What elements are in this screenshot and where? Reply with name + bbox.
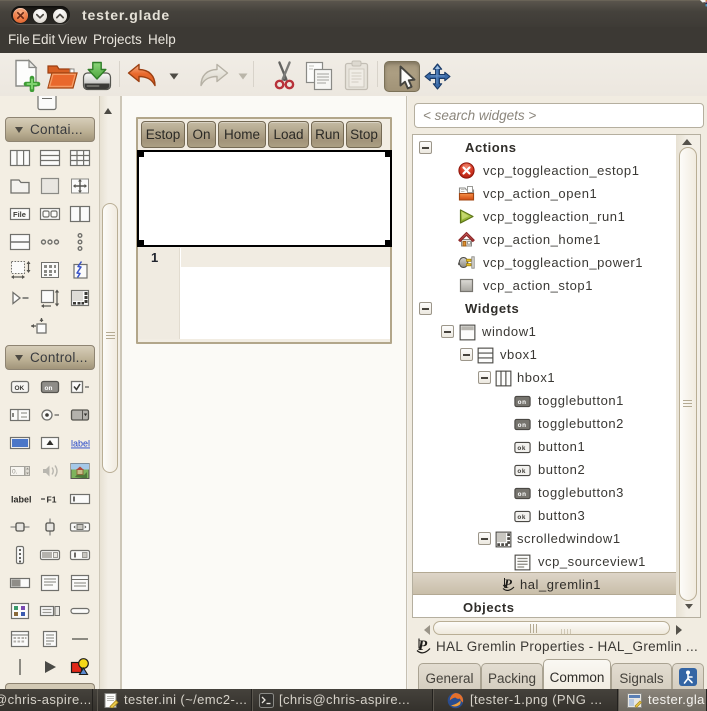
svg-text:File: File — [13, 210, 26, 219]
svg-text:on: on — [45, 385, 53, 392]
svg-text:on: on — [518, 422, 527, 429]
svg-text:ok: ok — [517, 468, 526, 475]
svg-text:label: label — [11, 495, 31, 505]
svg-text:on: on — [518, 399, 527, 406]
svg-text:OK: OK — [15, 385, 25, 392]
svg-text:ok: ok — [517, 514, 526, 521]
svg-text:label: label — [71, 439, 90, 449]
svg-text:0.: 0. — [12, 469, 18, 476]
svg-text:F1: F1 — [47, 495, 57, 505]
svg-text:ok: ok — [517, 445, 526, 452]
svg-text:on: on — [518, 491, 527, 498]
